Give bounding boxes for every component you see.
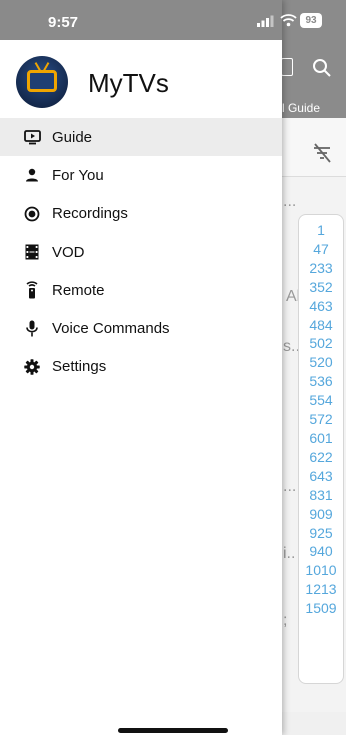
channel-index-item[interactable]: 572 xyxy=(309,410,332,429)
app-title: MyTVs xyxy=(88,68,169,98)
app-logo xyxy=(16,56,68,108)
gear-icon xyxy=(23,358,41,376)
channel-index-item[interactable]: 940 xyxy=(309,542,332,561)
battery-level: 93 xyxy=(305,15,317,26)
channel-index-item[interactable]: 925 xyxy=(309,524,332,543)
channel-index-item[interactable]: 47 xyxy=(313,240,329,259)
menu-item-label: For You xyxy=(52,166,104,184)
menu-item-vod[interactable]: VOD xyxy=(0,233,282,271)
background-text: ; xyxy=(283,612,288,629)
channel-index-item[interactable]: 536 xyxy=(309,372,332,391)
menu-item-recordings[interactable]: Recordings xyxy=(0,195,282,233)
navigation-drawer: 9:57 MyTVs Guide For You Recordings VOD … xyxy=(0,0,282,735)
menu-item-guide[interactable]: Guide xyxy=(0,118,282,157)
status-time: 9:57 xyxy=(48,14,79,31)
record-icon xyxy=(23,205,41,223)
search-icon[interactable] xyxy=(312,58,332,78)
channel-index-item[interactable]: 1213 xyxy=(305,580,336,599)
film-icon xyxy=(23,243,41,261)
channel-index-item[interactable]: 463 xyxy=(309,297,332,316)
channel-index-item[interactable]: 520 xyxy=(309,353,332,372)
menu-item-settings[interactable]: Settings xyxy=(0,348,282,386)
drawer-header: MyTVs xyxy=(0,40,282,118)
menu-item-label: Settings xyxy=(52,358,107,376)
channel-index-item[interactable]: 554 xyxy=(309,391,332,410)
channel-index-item[interactable]: 601 xyxy=(309,429,332,448)
channel-index-item[interactable]: 643 xyxy=(309,467,332,486)
menu-item-label: Guide xyxy=(52,128,93,146)
wifi-icon xyxy=(280,14,297,27)
background-text: i.. xyxy=(283,545,296,562)
channel-index-item[interactable]: 484 xyxy=(309,316,332,335)
channel-index-item[interactable]: 622 xyxy=(309,448,332,467)
background-tab-label[interactable]: l Guide xyxy=(282,101,320,115)
battery-icon: 93 xyxy=(300,13,322,28)
status-bar: 9:57 xyxy=(0,0,282,40)
background-text: ... xyxy=(283,193,297,210)
menu-item-for-you[interactable]: For You xyxy=(0,156,282,194)
channel-index-item[interactable]: 233 xyxy=(309,259,332,278)
drawer-menu: Guide For You Recordings VOD Remote Voic… xyxy=(0,118,282,386)
channel-index-item[interactable]: 1509 xyxy=(305,599,336,618)
channel-index-item[interactable]: 1010 xyxy=(305,561,336,580)
microphone-icon xyxy=(23,320,41,338)
person-icon xyxy=(23,166,41,184)
channel-index-item[interactable]: 502 xyxy=(309,334,332,353)
cast-icon[interactable] xyxy=(281,58,293,76)
channel-index-item[interactable]: 831 xyxy=(309,486,332,505)
remote-icon xyxy=(23,281,41,299)
signal-icon xyxy=(257,15,274,27)
tv-icon xyxy=(27,70,57,92)
guide-icon xyxy=(23,128,41,146)
menu-item-label: Recordings xyxy=(52,205,128,223)
home-indicator[interactable] xyxy=(118,728,228,733)
menu-item-remote[interactable]: Remote xyxy=(0,271,282,309)
channel-index-item[interactable]: 1 xyxy=(317,221,325,240)
menu-item-voice-commands[interactable]: Voice Commands xyxy=(0,309,282,347)
background-text: ... xyxy=(283,478,297,495)
channel-index-item[interactable]: 909 xyxy=(309,505,332,524)
channel-index-item[interactable]: 352 xyxy=(309,278,332,297)
channel-index[interactable]: 1 47 233 352 463 484 502 520 536 554 572… xyxy=(298,214,344,684)
filter-off-icon[interactable] xyxy=(310,142,334,164)
menu-item-label: VOD xyxy=(52,243,85,261)
menu-item-label: Remote xyxy=(52,281,105,299)
menu-item-label: Voice Commands xyxy=(52,320,170,338)
